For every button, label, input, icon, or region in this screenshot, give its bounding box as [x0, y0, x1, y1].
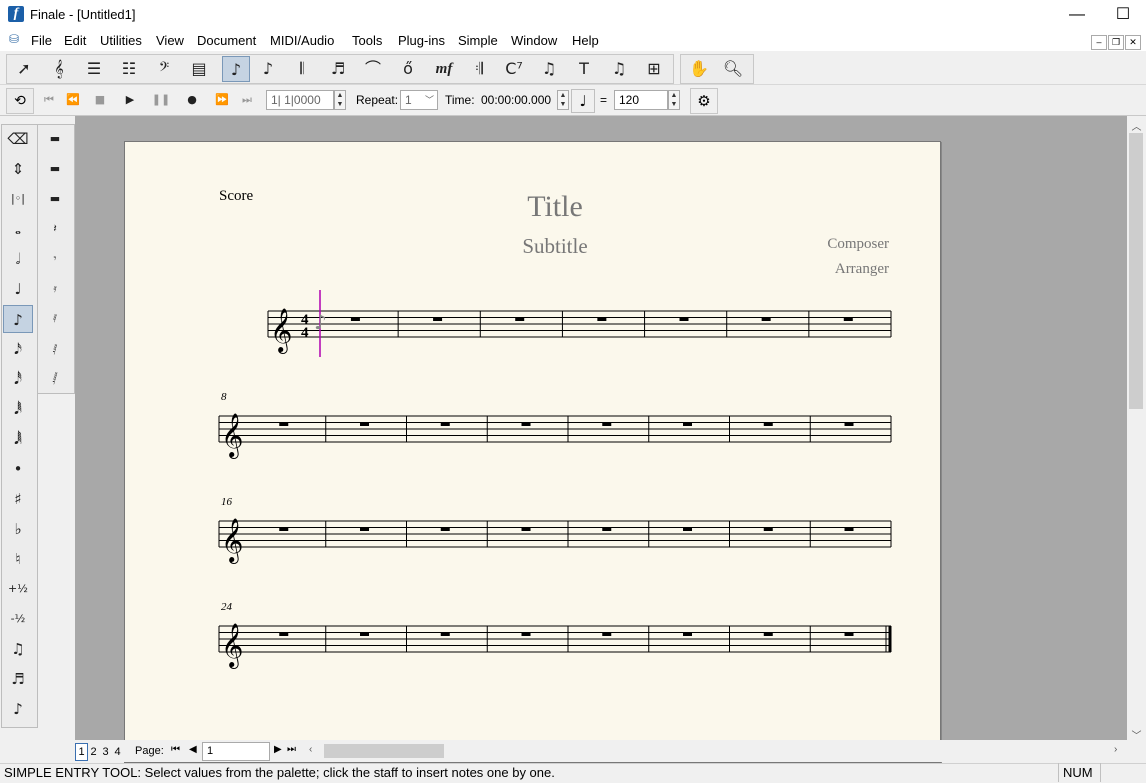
- scroll-right-icon[interactable]: ›: [1114, 744, 1117, 755]
- treble-clef: 𝄞: [221, 413, 243, 459]
- scroll-left-icon[interactable]: ‹: [309, 744, 312, 755]
- first-page-icon[interactable]: ⏮: [171, 744, 180, 755]
- num-lock-indicator: NUM: [1058, 763, 1103, 782]
- page-tab-4[interactable]: 4: [111, 743, 124, 761]
- whole-rest: [360, 527, 370, 531]
- whole-rest: [360, 422, 370, 426]
- whole-rest: [360, 632, 370, 636]
- whole-rest: [683, 632, 693, 636]
- whole-rest: [602, 632, 612, 636]
- measure-number: 24: [221, 601, 232, 613]
- treble-clef: 𝄞: [221, 623, 243, 669]
- whole-rest: [679, 317, 689, 321]
- treble-clef: 𝄞: [270, 308, 292, 354]
- scroll-up-icon[interactable]: ︿: [1128, 118, 1145, 133]
- whole-rest: [844, 632, 854, 636]
- vertical-scroll-thumb[interactable]: [1129, 133, 1143, 409]
- whole-rest: [844, 527, 854, 531]
- time-signature-denominator: 4: [301, 325, 309, 341]
- previous-page-icon[interactable]: ◀: [189, 744, 197, 755]
- next-page-icon[interactable]: ▶: [274, 744, 282, 755]
- measure-number: 8: [221, 391, 227, 403]
- status-text: SIMPLE ENTRY TOOL: Select values from th…: [4, 765, 555, 780]
- whole-rest: [350, 317, 360, 321]
- last-page-icon[interactable]: ⏭: [287, 744, 296, 755]
- whole-rest: [521, 632, 531, 636]
- whole-rest: [515, 317, 525, 321]
- whole-rest: [763, 632, 773, 636]
- final-barline-thick: [888, 626, 892, 652]
- score-staves[interactable]: 𝄞 4 4 ♪ 𝄞 𝄞 𝄞: [0, 0, 1146, 782]
- size-grip[interactable]: [1100, 763, 1146, 782]
- measure-number: 16: [221, 496, 232, 508]
- whole-rest: [521, 422, 531, 426]
- whole-rest: [761, 317, 771, 321]
- whole-rest: [279, 422, 289, 426]
- ghost-eighth-note: ♪: [314, 310, 327, 334]
- whole-rest: [597, 317, 607, 321]
- whole-rest: [279, 527, 289, 531]
- page-number-field[interactable]: 1: [202, 742, 270, 761]
- whole-rest: [440, 632, 450, 636]
- whole-rest: [440, 422, 450, 426]
- whole-rest: [521, 527, 531, 531]
- whole-rest: [440, 527, 450, 531]
- page-label: Page:: [135, 745, 164, 757]
- whole-rest: [683, 527, 693, 531]
- whole-rest: [844, 422, 854, 426]
- whole-rest: [279, 632, 289, 636]
- whole-rest: [763, 527, 773, 531]
- horizontal-scroll-thumb[interactable]: [324, 744, 444, 758]
- scroll-down-icon[interactable]: ﹀: [1128, 727, 1145, 742]
- whole-rest: [433, 317, 443, 321]
- whole-rest: [602, 422, 612, 426]
- whole-rest: [683, 422, 693, 426]
- whole-rest: [763, 422, 773, 426]
- treble-clef: 𝄞: [221, 518, 243, 564]
- whole-rest: [843, 317, 853, 321]
- whole-rest: [602, 527, 612, 531]
